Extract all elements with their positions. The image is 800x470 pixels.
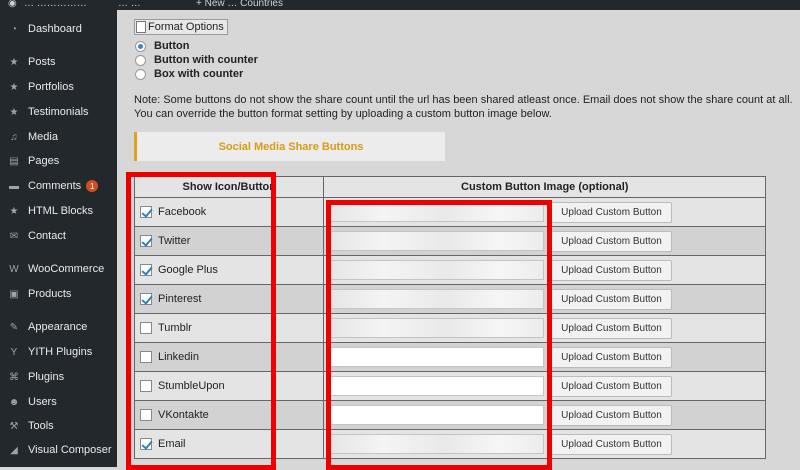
facebook-upload-button[interactable]: Upload Custom Button	[550, 201, 673, 223]
admin-bar-counters[interactable]: … …	[118, 0, 141, 9]
stumbleupon-upload-button[interactable]: Upload Custom Button	[550, 375, 673, 397]
pin-icon: ★	[9, 81, 19, 93]
sidebar-item-comments[interactable]: ▬ Comments 1	[0, 176, 117, 196]
sidebar-item-plugins[interactable]: ⌘ Plugins	[0, 367, 117, 387]
share-count-note: Note: Some buttons do not show the share…	[134, 94, 793, 120]
sidebar-item-dashboard[interactable]: ◔ Dashboard	[0, 19, 117, 39]
sidebar-item-visual-composer[interactable]: ◢ Visual Composer	[0, 440, 117, 460]
sidebar-item-label: Visual Composer	[28, 444, 112, 456]
format-option-box-with-counter[interactable]: Box with counter	[135, 68, 243, 80]
format-options-alt-text: Format Options	[148, 21, 224, 33]
yith-icon: Y	[10, 346, 18, 358]
users-icon: ☻	[8, 396, 20, 408]
radio-button[interactable]	[135, 40, 146, 52]
sidebar-item-label: Users	[28, 396, 57, 408]
sidebar-item-label: Comments	[28, 180, 82, 192]
sidebar-item-label: Pages	[28, 155, 60, 167]
highlight-box-custom-image	[326, 200, 552, 470]
tumblr-upload-button[interactable]: Upload Custom Button	[550, 317, 673, 339]
dashboard-icon: ◔	[10, 23, 18, 35]
pin-icon: ★	[9, 56, 19, 68]
wrench-icon: ⚒	[9, 420, 19, 432]
woocommerce-icon: W	[9, 263, 19, 275]
main-content: Format Options Button Button with counte…	[117, 10, 800, 470]
sidebar-item-label: Appearance	[28, 321, 88, 333]
sidebar-item-html-blocks[interactable]: ★ HTML Blocks	[0, 201, 117, 221]
sidebar-item-appearance[interactable]: ✎ Appearance	[0, 317, 117, 337]
pages-icon: ▤	[9, 155, 19, 167]
sidebar-item-label: WooCommerce	[28, 263, 105, 275]
sidebar-item-label: Posts	[28, 56, 56, 68]
format-option-button[interactable]: Button	[135, 40, 189, 52]
admin-bar: ◉ … …………… … … + New … Countries	[0, 0, 800, 10]
sidebar-item-products[interactable]: ▣ Products	[0, 284, 117, 304]
format-option-label: Button	[154, 40, 190, 52]
section-title: Social Media Share Buttons	[218, 140, 364, 153]
radio-button[interactable]	[135, 68, 146, 80]
format-option-label: Box with counter	[154, 68, 244, 80]
media-icon: ♫	[10, 131, 18, 143]
sidebar-item-label: Plugins	[28, 371, 65, 383]
sidebar-item-label: HTML Blocks	[28, 205, 93, 217]
highlight-box-show-icon	[126, 172, 276, 470]
sidebar-item-posts[interactable]: ★ Posts	[0, 52, 117, 72]
sidebar-item-label: Portfolios	[28, 81, 74, 93]
wordpress-logo-icon[interactable]: ◉	[8, 0, 17, 9]
pin-icon: ★	[9, 106, 19, 118]
format-options-image: Format Options	[134, 19, 228, 35]
sidebar-item-label: Media	[28, 131, 58, 143]
vkontakte-upload-button[interactable]: Upload Custom Button	[550, 404, 673, 426]
format-option-label: Button with counter	[154, 54, 258, 66]
section-header: Social Media Share Buttons	[134, 132, 445, 161]
email-upload-button[interactable]: Upload Custom Button	[550, 433, 673, 455]
linkedin-upload-button[interactable]: Upload Custom Button	[550, 346, 673, 368]
sidebar-item-yith-plugins[interactable]: Y YITH Plugins	[0, 342, 117, 362]
sidebar-item-tools[interactable]: ⚒ Tools	[0, 416, 117, 436]
comment-count-badge: 1	[86, 180, 99, 192]
new-content-link[interactable]: + New … Countries	[196, 0, 283, 9]
sidebar-item-testimonials[interactable]: ★ Testimonials	[0, 102, 117, 122]
sidebar-item-portfolios[interactable]: ★ Portfolios	[0, 77, 117, 97]
sidebar-item-label: Dashboard	[28, 23, 82, 35]
sidebar-item-label: Tools	[28, 420, 54, 432]
pinterest-upload-button[interactable]: Upload Custom Button	[550, 288, 673, 310]
radio-button[interactable]	[135, 54, 146, 66]
comment-icon: ▬	[9, 180, 19, 192]
column-header-custom-image: Custom Button Image (optional)	[323, 176, 766, 198]
composer-icon: ◢	[10, 444, 18, 456]
sidebar-item-label: Products	[28, 288, 72, 300]
plug-icon: ⌘	[9, 371, 19, 383]
google-plus-upload-button[interactable]: Upload Custom Button	[550, 259, 673, 281]
format-option-button-with-counter[interactable]: Button with counter	[135, 54, 258, 66]
sidebar-item-pages[interactable]: ▤ Pages	[0, 151, 117, 171]
site-name-link[interactable]: … ……………	[24, 0, 87, 9]
mail-icon: ✉	[9, 230, 19, 242]
sidebar-item-label: Testimonials	[28, 106, 89, 118]
sidebar-item-label: YITH Plugins	[28, 346, 93, 358]
sidebar-item-media[interactable]: ♫ Media	[0, 127, 117, 147]
sidebar-item-label: Contact	[28, 230, 66, 242]
pin-icon: ★	[9, 205, 19, 217]
admin-sidebar: ◔ Dashboard ★ Posts ★ Portfolios ★ Testimonials…	[0, 10, 117, 467]
broken-image-icon	[136, 21, 146, 33]
products-icon: ▣	[9, 288, 19, 300]
twitter-upload-button[interactable]: Upload Custom Button	[550, 230, 673, 252]
sidebar-item-woocommerce[interactable]: W WooCommerce	[0, 259, 117, 279]
sidebar-item-users[interactable]: ☻ Users	[0, 392, 117, 412]
brush-icon: ✎	[9, 321, 19, 333]
sidebar-item-contact[interactable]: ✉ Contact	[0, 226, 117, 246]
